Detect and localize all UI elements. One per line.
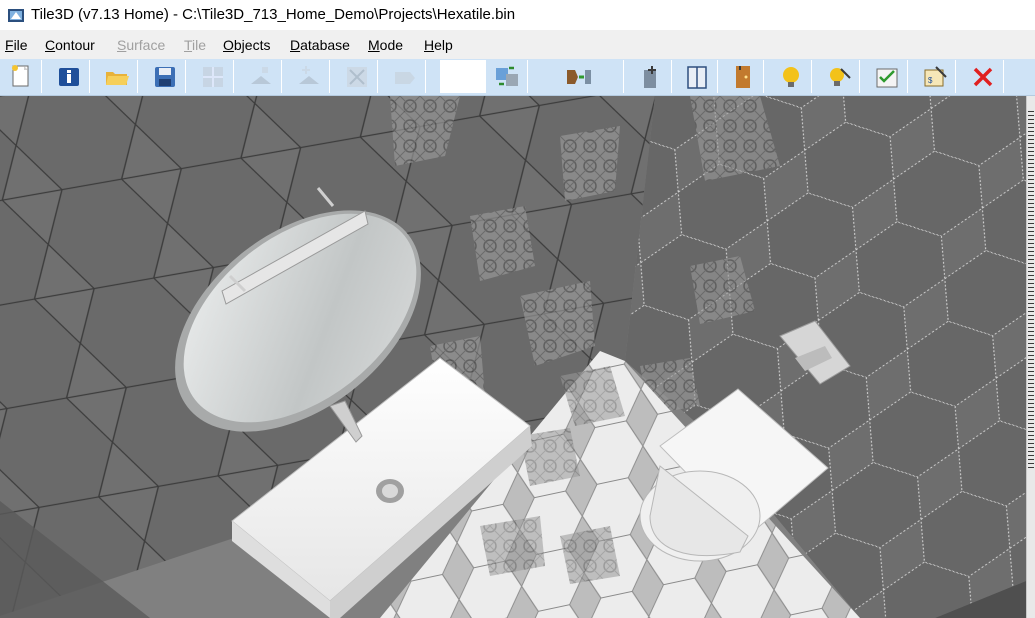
menu-database[interactable]: Database bbox=[290, 37, 350, 53]
light-edit-button[interactable] bbox=[818, 60, 860, 93]
add-object-button[interactable] bbox=[630, 60, 672, 93]
svg-text:$: $ bbox=[928, 76, 933, 85]
contour-to-room-icon bbox=[567, 70, 591, 84]
menu-bar: File Contour Surface Tile Objects Database Mod… bbox=[0, 30, 1035, 59]
title-bar: Tile3D (v7.13 Home) - C:\Tile3D_713_Home… bbox=[0, 0, 1035, 30]
menu-file[interactable]: File bbox=[5, 37, 28, 53]
save-icon bbox=[155, 67, 175, 87]
toolbar-separator bbox=[440, 60, 486, 93]
tile-grid-icon bbox=[203, 67, 223, 87]
light-bulb-icon bbox=[783, 67, 799, 87]
light-edit-icon bbox=[830, 68, 851, 86]
swap-view-icon bbox=[496, 66, 518, 86]
surface-shape-button bbox=[384, 60, 426, 93]
menu-mode[interactable]: Mode bbox=[368, 37, 403, 53]
cabinet-icon bbox=[687, 66, 707, 89]
toolbar: $ bbox=[0, 59, 1035, 96]
menu-help[interactable]: Help bbox=[424, 37, 453, 53]
menu-objects[interactable]: Objects bbox=[223, 37, 270, 53]
3d-viewport[interactable] bbox=[0, 96, 1026, 618]
scroll-ruler bbox=[1028, 111, 1034, 471]
cost-estimate-icon: $ bbox=[924, 66, 947, 87]
menu-surface: Surface bbox=[117, 37, 166, 53]
add-surface-icon bbox=[251, 67, 271, 84]
cost-estimate-button[interactable]: $ bbox=[914, 60, 956, 93]
close-icon bbox=[973, 67, 993, 87]
checklist-icon bbox=[876, 68, 898, 88]
info-button[interactable] bbox=[48, 60, 90, 93]
menu-contour[interactable]: Contour bbox=[45, 37, 95, 53]
surface-shape-icon bbox=[395, 72, 415, 84]
contour-to-room-button[interactable] bbox=[534, 60, 624, 93]
delete-surface-button bbox=[336, 60, 378, 93]
add-surface-button bbox=[240, 60, 282, 93]
close-button[interactable] bbox=[962, 60, 1004, 93]
swap-view-button[interactable] bbox=[486, 60, 528, 93]
delete-surface-icon bbox=[347, 67, 367, 87]
add-object-icon bbox=[644, 66, 656, 88]
menu-tile: Tile bbox=[184, 37, 207, 53]
light-bulb-button[interactable] bbox=[770, 60, 812, 93]
checklist-button[interactable] bbox=[866, 60, 908, 93]
door-icon bbox=[736, 66, 750, 88]
vertical-scrollbar[interactable] bbox=[1026, 96, 1035, 618]
open-folder-icon bbox=[106, 72, 129, 85]
window-title: Tile3D (v7.13 Home) - C:\Tile3D_713_Home… bbox=[31, 6, 516, 23]
tile-grid-button bbox=[192, 60, 234, 93]
info-icon bbox=[59, 68, 79, 86]
new-project-button[interactable] bbox=[0, 60, 42, 93]
open-folder-button[interactable] bbox=[96, 60, 138, 93]
edit-surface-button bbox=[288, 60, 330, 93]
tile3d-app-icon bbox=[8, 9, 24, 22]
save-button[interactable] bbox=[144, 60, 186, 93]
cabinet-button[interactable] bbox=[676, 60, 718, 93]
edit-surface-icon bbox=[299, 66, 319, 84]
new-project-icon bbox=[12, 65, 29, 87]
door-button[interactable] bbox=[722, 60, 764, 93]
